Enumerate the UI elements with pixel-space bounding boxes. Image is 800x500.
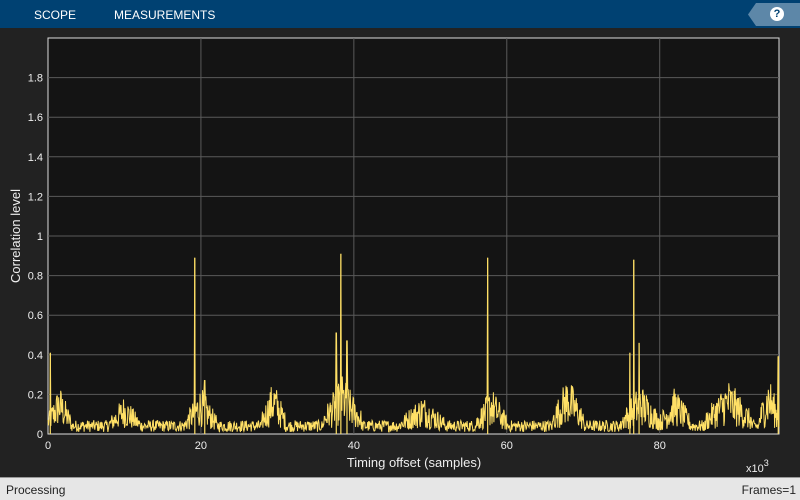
y-tick-label: 0.6 <box>28 310 43 322</box>
y-tick-label: 0 <box>37 429 43 441</box>
help-icon: ? <box>770 7 784 21</box>
y-tick-label: 1.2 <box>28 191 43 203</box>
correlation-chart: 0 20 40 60 80 0 0.2 0.4 0.6 0.8 1 1.2 1.4 1.6 1.8 Timi… <box>8 37 780 475</box>
y-tick-label: 1.4 <box>28 152 43 164</box>
frames-count: Frames=1 <box>741 483 796 497</box>
help-button[interactable]: ? <box>748 3 800 26</box>
tab-measurements[interactable]: MEASUREMENTS <box>114 8 215 22</box>
y-tick-label: 0.8 <box>28 271 43 283</box>
x-tick-label: 20 <box>195 440 207 452</box>
y-tick-label: 0.4 <box>28 350 43 362</box>
status-bar: Processing Frames=1 <box>0 477 800 500</box>
x-tick-label: 60 <box>501 440 513 452</box>
toolbar: SCOPE MEASUREMENTS ? <box>0 0 800 28</box>
x-tick-label: 0 <box>45 440 51 452</box>
y-tick-label: 1 <box>37 231 43 243</box>
x-tick-label: 40 <box>348 440 360 452</box>
y-axis-label: Correlation level <box>8 189 23 283</box>
x-axis-label: Timing offset (samples) <box>347 455 481 470</box>
tab-scope[interactable]: SCOPE <box>34 8 76 22</box>
y-tick-label: 1.6 <box>28 112 43 124</box>
status-text: Processing <box>6 483 66 497</box>
plot-panel: 0 20 40 60 80 0 0.2 0.4 0.6 0.8 1 1.2 1.4 1.6 1.8 Timi… <box>0 28 800 477</box>
y-tick-label: 1.8 <box>28 73 43 85</box>
y-tick-label: 0.2 <box>28 389 43 401</box>
x-multiplier: x103 <box>746 458 769 475</box>
x-tick-label: 80 <box>654 440 666 452</box>
